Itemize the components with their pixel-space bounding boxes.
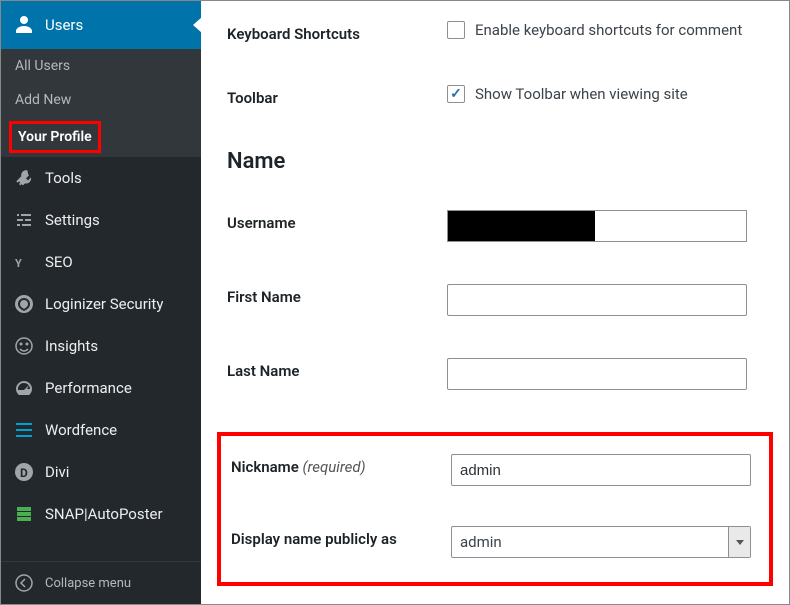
sidebar-label: Wordfence <box>45 421 117 439</box>
checkbox-keyboard-shortcuts[interactable]: Enable keyboard shortcuts for comment <box>447 21 763 39</box>
sidebar-sub-all-users[interactable]: All Users <box>1 49 201 83</box>
sidebar-item-snap[interactable]: SNAP|AutoPoster <box>1 493 201 535</box>
sidebar-label: Insights <box>45 337 98 355</box>
row-nickname: Nickname (required) <box>231 454 751 486</box>
row-last-name: Last Name <box>227 358 763 390</box>
snap-icon <box>13 503 35 525</box>
gauge-icon <box>13 377 35 399</box>
sidebar-sub-add-new[interactable]: Add New <box>1 83 201 117</box>
row-toolbar: Toolbar Show Toolbar when viewing site <box>227 85 763 107</box>
shield-icon <box>13 293 35 315</box>
select-value: admin <box>460 533 502 551</box>
label-keyboard-shortcuts: Keyboard Shortcuts <box>227 21 447 43</box>
checkbox-box <box>447 85 465 103</box>
sidebar-label: SNAP|AutoPoster <box>45 505 163 523</box>
user-icon <box>13 14 35 36</box>
display-name-select[interactable]: admin <box>451 526 751 558</box>
collapse-label: Collapse menu <box>45 576 131 591</box>
wordfence-icon <box>13 419 35 441</box>
svg-text:Y: Y <box>15 257 22 270</box>
sidebar-label: Loginizer Security <box>45 295 163 313</box>
sidebar-item-seo[interactable]: Y SEO <box>1 241 201 283</box>
sidebar-item-settings[interactable]: Settings <box>1 199 201 241</box>
redacted-username <box>448 211 595 241</box>
sidebar-label: Performance <box>45 379 132 397</box>
sidebar-label: SEO <box>45 253 73 271</box>
checkbox-toolbar[interactable]: Show Toolbar when viewing site <box>447 85 763 103</box>
label-first-name: First Name <box>227 284 447 306</box>
label-display-name: Display name publicly as <box>231 526 451 548</box>
divi-icon: D <box>13 461 35 483</box>
profile-form: Keyboard Shortcuts Enable keyboard short… <box>201 1 789 604</box>
collapse-icon <box>13 572 35 594</box>
nickname-input[interactable] <box>451 454 751 486</box>
section-heading-name: Name <box>227 149 763 174</box>
label-username: Username <box>227 210 447 232</box>
highlight-nickname-display: Nickname (required) Display name publicl… <box>217 432 773 586</box>
checkbox-box <box>447 21 465 39</box>
sidebar-label: Users <box>45 16 83 34</box>
checkbox-label: Show Toolbar when viewing site <box>475 85 688 103</box>
sidebar-item-loginizer[interactable]: Loginizer Security <box>1 283 201 325</box>
label-toolbar: Toolbar <box>227 85 447 107</box>
username-field <box>447 210 747 242</box>
sidebar-submenu-users: All Users Add New Your Profile <box>1 49 201 157</box>
sidebar-sub-your-profile[interactable]: Your Profile <box>9 121 101 153</box>
first-name-input[interactable] <box>447 284 747 316</box>
sidebar-label: Tools <box>45 169 82 187</box>
seo-icon: Y <box>13 251 35 273</box>
sidebar-item-users[interactable]: Users <box>1 1 201 49</box>
row-first-name: First Name <box>227 284 763 316</box>
admin-sidebar: Users All Users Add New Your Profile Too… <box>1 1 201 604</box>
sidebar-item-performance[interactable]: Performance <box>1 367 201 409</box>
sidebar-label: Divi <box>45 463 69 481</box>
row-display-name: Display name publicly as admin <box>231 526 751 558</box>
checkbox-label: Enable keyboard shortcuts for comment <box>475 21 742 39</box>
label-nickname: Nickname (required) <box>231 454 451 476</box>
settings-icon <box>13 209 35 231</box>
sidebar-item-wordfence[interactable]: Wordfence <box>1 409 201 451</box>
tools-icon <box>13 167 35 189</box>
chevron-down-icon <box>728 527 750 557</box>
collapse-menu[interactable]: Collapse menu <box>1 561 201 604</box>
sidebar-item-divi[interactable]: D Divi <box>1 451 201 493</box>
row-username: Username <box>227 210 763 242</box>
sidebar-label: Settings <box>45 211 100 229</box>
row-keyboard-shortcuts: Keyboard Shortcuts Enable keyboard short… <box>227 21 763 43</box>
last-name-input[interactable] <box>447 358 747 390</box>
label-last-name: Last Name <box>227 358 447 380</box>
sidebar-item-insights[interactable]: Insights <box>1 325 201 367</box>
active-indicator <box>193 17 202 33</box>
svg-text:D: D <box>20 466 28 480</box>
sidebar-item-tools[interactable]: Tools <box>1 157 201 199</box>
insights-icon <box>13 335 35 357</box>
